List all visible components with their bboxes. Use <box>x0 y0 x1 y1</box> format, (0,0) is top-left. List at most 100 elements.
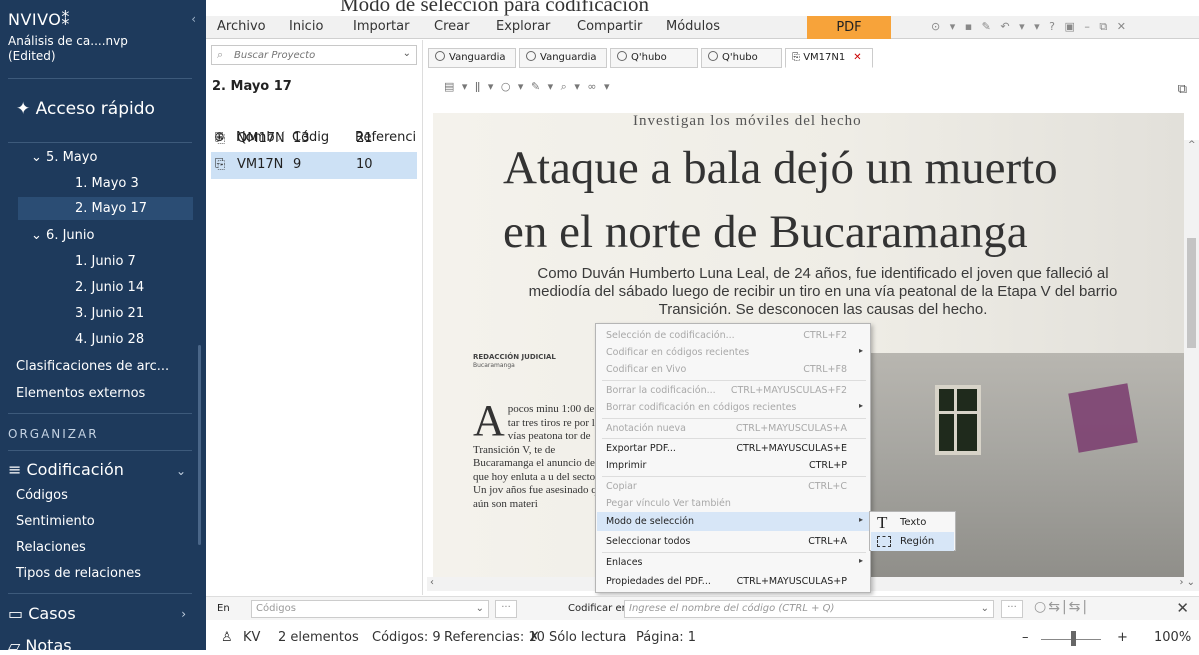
project-name: Análisis de ca....nvp (Edited) <box>8 34 128 63</box>
pdf-file-icon: ⎘ <box>215 157 226 172</box>
status-codes: Códigos: 9 <box>372 630 441 645</box>
project-search[interactable]: ⌕ ⌄ <box>211 45 417 65</box>
tree-item-junio-21[interactable]: 3. Junio 21 <box>75 306 144 321</box>
tree-item-junio-14[interactable]: 2. Junio 14 <box>75 280 144 295</box>
tab-compartir[interactable]: Compartir <box>577 19 642 34</box>
chevron-down-icon: ⌄ <box>31 228 42 243</box>
menu-item-text-mode[interactable]: T Texto <box>871 513 954 532</box>
scroll-thumb[interactable] <box>1187 238 1196 348</box>
read-only-icon: ✗ <box>529 630 540 645</box>
browse-button[interactable]: ··· <box>495 600 517 618</box>
doc-tab[interactable]: Vanguardia <box>519 48 607 68</box>
tab-crear[interactable]: Crear <box>434 19 469 34</box>
doc-tab[interactable]: Q'hubo <box>701 48 782 68</box>
tab-modulos[interactable]: Módulos <box>666 19 720 34</box>
search-icon: ⌕ <box>217 48 224 61</box>
menu-item-pdf-properties[interactable]: Propiedades del PDF... CTRL+MAYUSCULAS+P <box>597 572 869 591</box>
menu-item-paste-see-also[interactable]: Pegar vínculo Ver también <box>597 494 869 513</box>
chevron-down-icon[interactable]: ⌄ <box>981 603 989 614</box>
tree-item-file-classifications[interactable]: Clasificaciones de arc... <box>16 359 169 374</box>
tree-folder-junio[interactable]: ⌄ 6. Junio <box>31 228 94 243</box>
tab-pdf[interactable]: PDF <box>807 16 891 39</box>
scroll-right-down-icon[interactable]: › ⌄ <box>1179 577 1195 588</box>
article-deck: Como Duván Humberto Luna Leal, de 24 año… <box>528 265 1118 318</box>
nav-relationship-types[interactable]: Tipos de relaciones <box>16 566 141 581</box>
chevron-left-icon[interactable]: ‹ <box>430 577 434 588</box>
menu-item-print[interactable]: Imprimir CTRL+P <box>597 456 869 475</box>
browse-button[interactable]: ··· <box>1001 600 1023 618</box>
case-icon <box>526 51 536 61</box>
tree-item-externals[interactable]: Elementos externos <box>16 386 145 401</box>
drop-cap: A <box>473 403 505 445</box>
tree-item-junio-28[interactable]: 4. Junio 28 <box>75 332 144 347</box>
chevron-right-icon: ▸ <box>858 556 863 565</box>
tree-item-junio-7[interactable]: 1. Junio 7 <box>75 254 136 269</box>
table-row[interactable]: ⎘ QM17N 13 21 <box>211 126 417 153</box>
region-select-icon <box>877 536 891 547</box>
chevron-right-icon[interactable]: › <box>181 607 186 621</box>
tree-item-mayo-17[interactable]: 2. Mayo 17 <box>18 197 193 220</box>
divider <box>8 450 192 451</box>
pin-icon: ✦ <box>16 99 31 119</box>
section-coding[interactable]: ≡ Codificación <box>8 460 124 479</box>
code-name-input[interactable]: Ingrese el nombre del código (CTRL + Q) ⌄ <box>624 600 994 618</box>
chevron-right-icon: ▸ <box>858 346 863 355</box>
tab-importar[interactable]: Importar <box>353 19 409 34</box>
in-label: En <box>217 603 230 614</box>
menu-item-select-all[interactable]: Seleccionar todos CTRL+A <box>597 532 869 551</box>
chevron-down-icon[interactable]: ⌄ <box>403 48 411 59</box>
document-tabs: Vanguardia Vanguardia Q'hubo Q'hubo ⎘ VM… <box>424 48 1199 70</box>
chevron-down-icon[interactable]: ⌄ <box>476 603 484 614</box>
case-icon <box>617 51 627 61</box>
status-items: 2 elementos <box>278 630 359 645</box>
menu-item-uncode-recent[interactable]: Borrar codificación en códigos recientes… <box>597 398 869 417</box>
zoom-out-button[interactable]: – <box>1022 630 1029 645</box>
case-icon <box>435 51 445 61</box>
coding-bar: En Códigos ⌄ ··· Codificar en Ingrese el … <box>206 596 1199 620</box>
menu-item-code-in-vivo[interactable]: Codificar en Vivo CTRL+F8 <box>597 360 869 379</box>
menu-item-selection-mode[interactable]: Modo de selección ▸ <box>597 512 869 531</box>
pdf-file-icon: ⎘ <box>215 131 226 146</box>
close-icon[interactable]: ✕ <box>853 49 861 67</box>
chevron-up-icon[interactable]: ^ <box>1188 140 1196 150</box>
coding-tools-icon[interactable]: ○⇆|⇆| <box>1034 599 1089 615</box>
tab-explorar[interactable]: Explorar <box>496 19 550 34</box>
zoom-slider-thumb[interactable] <box>1071 631 1076 646</box>
status-user: KV <box>243 630 261 645</box>
doc-tab-active[interactable]: ⎘ VM17N1 ✕ <box>785 48 873 68</box>
zoom-in-button[interactable]: + <box>1117 630 1128 645</box>
undock-icon[interactable]: ⧉ <box>1178 82 1187 97</box>
divider <box>8 142 192 143</box>
table-row[interactable]: ⎘ VM17N 9 10 <box>211 152 417 179</box>
graffiti-in-photo <box>1068 383 1138 453</box>
in-codes-select[interactable]: Códigos ⌄ <box>251 600 489 618</box>
article-body: Apocos minu 1:00 de la tar tres tiros re… <box>473 403 609 510</box>
tab-archivo[interactable]: Archivo <box>217 19 266 34</box>
pdf-toolbar[interactable]: ▤ ▾ ǁ ▾ ○ ▾ ✎ ▾ ⌕ ▾ ∞ ▾ <box>444 80 612 94</box>
tree-folder-mayo[interactable]: ⌄ 5. Mayo <box>31 150 97 165</box>
doc-tab[interactable]: Vanguardia <box>428 48 516 68</box>
window-controls-icon[interactable]: ⊙ ▾ ▪ ✎ ↶ ▾ ▾ ? ▣ – ⧉ ✕ <box>931 20 1129 34</box>
menu-item-region-mode[interactable]: Región <box>871 532 954 551</box>
tree-item-mayo-3[interactable]: 1. Mayo 3 <box>75 176 139 191</box>
section-cases[interactable]: ▭ Casos <box>8 604 76 623</box>
search-input[interactable] <box>234 47 394 63</box>
nav-relationships[interactable]: Relaciones <box>16 540 86 555</box>
article-city: Bucaramanga <box>473 362 515 369</box>
user-icon: ♙ <box>221 630 233 645</box>
nav-codes[interactable]: Códigos <box>16 488 68 503</box>
close-icon[interactable]: ✕ <box>1176 599 1189 617</box>
menu-item-new-annotation[interactable]: Anotación nueva CTRL+MAYUSCULAS+A <box>597 419 869 438</box>
menu-item-links[interactable]: Enlaces ▸ <box>597 553 869 572</box>
section-notes[interactable]: ▱ Notas <box>8 636 72 655</box>
chevron-right-icon: ▸ <box>858 401 863 410</box>
pdf-file-icon: ⎘ <box>792 52 804 63</box>
collapse-sidebar-icon[interactable]: ‹ <box>191 12 196 26</box>
sidebar-scrollbar[interactable] <box>198 345 201 545</box>
quick-access[interactable]: ✦ Acceso rápido <box>16 99 155 119</box>
tab-inicio[interactable]: Inicio <box>289 19 323 34</box>
doc-tab[interactable]: Q'hubo <box>610 48 698 68</box>
vertical-scrollbar[interactable]: ^ <box>1184 140 1199 590</box>
chevron-down-icon[interactable]: ⌄ <box>176 464 186 478</box>
nav-sentiment[interactable]: Sentimiento <box>16 514 95 529</box>
